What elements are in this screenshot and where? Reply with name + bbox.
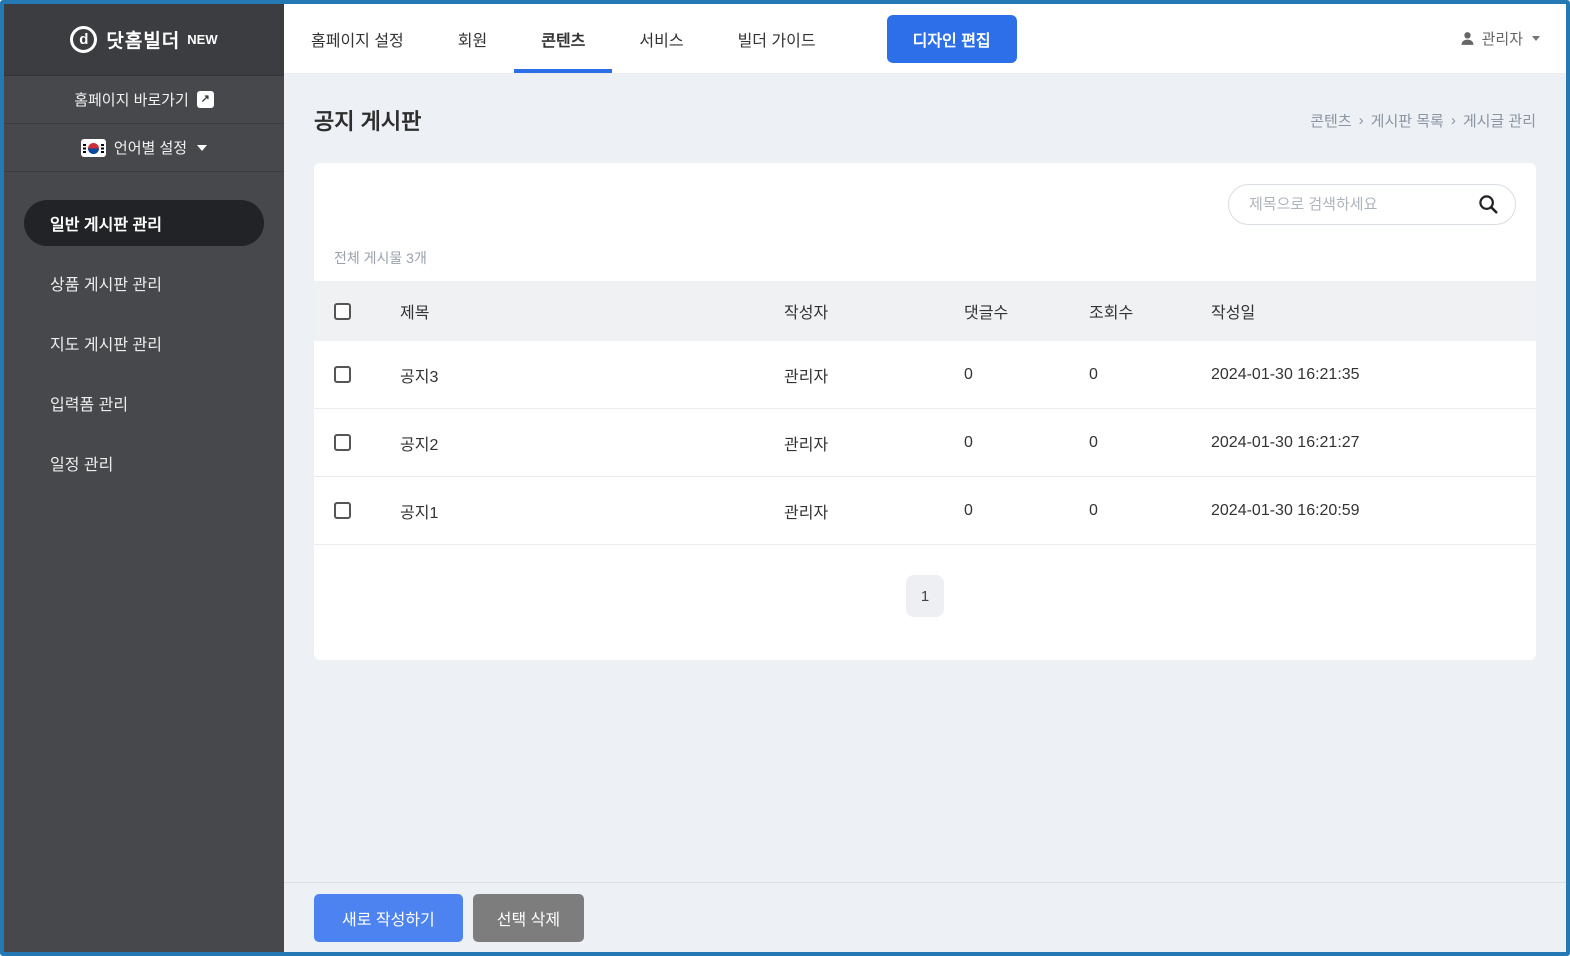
homepage-shortcut-label: 홈페이지 바로가기: [74, 89, 189, 110]
select-all-checkbox[interactable]: [334, 303, 351, 320]
user-name: 관리자: [1482, 28, 1523, 49]
sidebar-item-input-form[interactable]: 입력폼 관리: [24, 380, 264, 426]
language-settings-dropdown[interactable]: 언어별 설정: [4, 124, 284, 172]
top-navigation: 홈페이지 설정 회원 콘텐츠 서비스 빌더 가이드 디자인 편집 관리자: [284, 4, 1566, 74]
post-views: 0: [1089, 502, 1211, 520]
footer-actions: 새로 작성하기 선택 삭제: [284, 882, 1566, 952]
tab-builder-guide[interactable]: 빌더 가이드: [711, 4, 843, 73]
tab-contents[interactable]: 콘텐츠: [514, 4, 612, 73]
breadcrumb-item-post-management[interactable]: 게시글 관리: [1463, 110, 1536, 131]
post-title[interactable]: 공지2: [400, 431, 784, 455]
chevron-down-icon: [1532, 36, 1540, 41]
pagination-page-1[interactable]: 1: [906, 575, 944, 617]
tab-services[interactable]: 서비스: [612, 4, 710, 73]
external-link-icon: ↗: [197, 91, 214, 108]
table-row[interactable]: 공지3 관리자 0 0 2024-01-30 16:21:35: [314, 341, 1536, 409]
app-window: d 닷홈빌더 NEW 홈페이지 바로가기 ↗ 언어별 설정 일반 게시판 관리 …: [0, 0, 1570, 956]
total-posts-count: 전체 게시물 3개: [334, 248, 1536, 268]
breadcrumb-separator: ›: [1359, 112, 1364, 129]
post-date: 2024-01-30 16:20:59: [1211, 502, 1536, 520]
pagination: 1: [314, 575, 1536, 617]
post-views: 0: [1089, 434, 1211, 452]
korea-flag-icon: [81, 139, 106, 157]
breadcrumb-item-contents[interactable]: 콘텐츠: [1310, 110, 1351, 131]
sidebar-item-general-board[interactable]: 일반 게시판 관리: [24, 200, 264, 246]
post-views: 0: [1089, 366, 1211, 384]
row-checkbox[interactable]: [334, 366, 351, 383]
column-header-comments: 댓글수: [964, 299, 1089, 323]
post-author: 관리자: [784, 499, 964, 523]
post-date: 2024-01-30 16:21:35: [1211, 366, 1536, 384]
nav-tabs: 홈페이지 설정 회원 콘텐츠 서비스 빌더 가이드: [284, 4, 843, 73]
sidebar: d 닷홈빌더 NEW 홈페이지 바로가기 ↗ 언어별 설정 일반 게시판 관리 …: [4, 4, 284, 952]
column-header-date: 작성일: [1211, 299, 1536, 323]
column-header-views: 조회수: [1089, 299, 1211, 323]
new-post-button[interactable]: 새로 작성하기: [314, 894, 463, 942]
column-header-author: 작성자: [784, 299, 964, 323]
language-settings-label: 언어별 설정: [114, 137, 187, 158]
tab-members[interactable]: 회원: [431, 4, 514, 73]
post-comments: 0: [964, 434, 1089, 452]
table-row[interactable]: 공지1 관리자 0 0 2024-01-30 16:20:59: [314, 477, 1536, 545]
chevron-down-icon: [197, 145, 207, 151]
main-area: 홈페이지 설정 회원 콘텐츠 서비스 빌더 가이드 디자인 편집 관리자 공지 …: [284, 4, 1566, 952]
content-area: 공지 게시판 콘텐츠 › 게시판 목록 › 게시글 관리: [284, 74, 1566, 882]
brand-logo[interactable]: d 닷홈빌더 NEW: [4, 4, 284, 76]
breadcrumb: 콘텐츠 › 게시판 목록 › 게시글 관리: [1310, 110, 1536, 131]
homepage-shortcut-link[interactable]: 홈페이지 바로가기 ↗: [4, 76, 284, 124]
page-title: 공지 게시판: [314, 104, 421, 136]
post-author: 관리자: [784, 431, 964, 455]
design-edit-button[interactable]: 디자인 편집: [887, 15, 1017, 63]
row-checkbox[interactable]: [334, 502, 351, 519]
search-box: [1228, 184, 1516, 225]
sidebar-item-map-board[interactable]: 지도 게시판 관리: [24, 320, 264, 366]
table-header-row: 제목 작성자 댓글수 조회수 작성일: [314, 281, 1536, 341]
post-title[interactable]: 공지3: [400, 363, 784, 387]
breadcrumb-item-board-list[interactable]: 게시판 목록: [1371, 110, 1444, 131]
user-menu[interactable]: 관리자: [1459, 28, 1540, 49]
brand-badge: NEW: [187, 32, 217, 47]
post-title[interactable]: 공지1: [400, 499, 784, 523]
sidebar-menu: 일반 게시판 관리 상품 게시판 관리 지도 게시판 관리 입력폼 관리 일정 …: [4, 200, 284, 486]
user-icon: [1459, 30, 1476, 47]
sidebar-item-schedule[interactable]: 일정 관리: [24, 440, 264, 486]
row-checkbox[interactable]: [334, 434, 351, 451]
post-comments: 0: [964, 502, 1089, 520]
column-header-title: 제목: [400, 299, 784, 323]
post-author: 관리자: [784, 363, 964, 387]
brand-name: 닷홈빌더: [106, 26, 180, 53]
brand-logo-icon: d: [70, 26, 97, 53]
board-card: 전체 게시물 3개 제목 작성자 댓글수 조회수 작성일 공지3 관리자 0 0…: [314, 163, 1536, 660]
table-row[interactable]: 공지2 관리자 0 0 2024-01-30 16:21:27: [314, 409, 1536, 477]
search-icon: [1477, 193, 1499, 215]
search-input[interactable]: [1228, 184, 1516, 225]
delete-selected-button[interactable]: 선택 삭제: [473, 894, 584, 942]
search-button[interactable]: [1476, 193, 1500, 217]
sidebar-item-product-board[interactable]: 상품 게시판 관리: [24, 260, 264, 306]
post-comments: 0: [964, 366, 1089, 384]
breadcrumb-separator: ›: [1451, 112, 1456, 129]
tab-homepage-settings[interactable]: 홈페이지 설정: [284, 4, 431, 73]
post-date: 2024-01-30 16:21:27: [1211, 434, 1536, 452]
